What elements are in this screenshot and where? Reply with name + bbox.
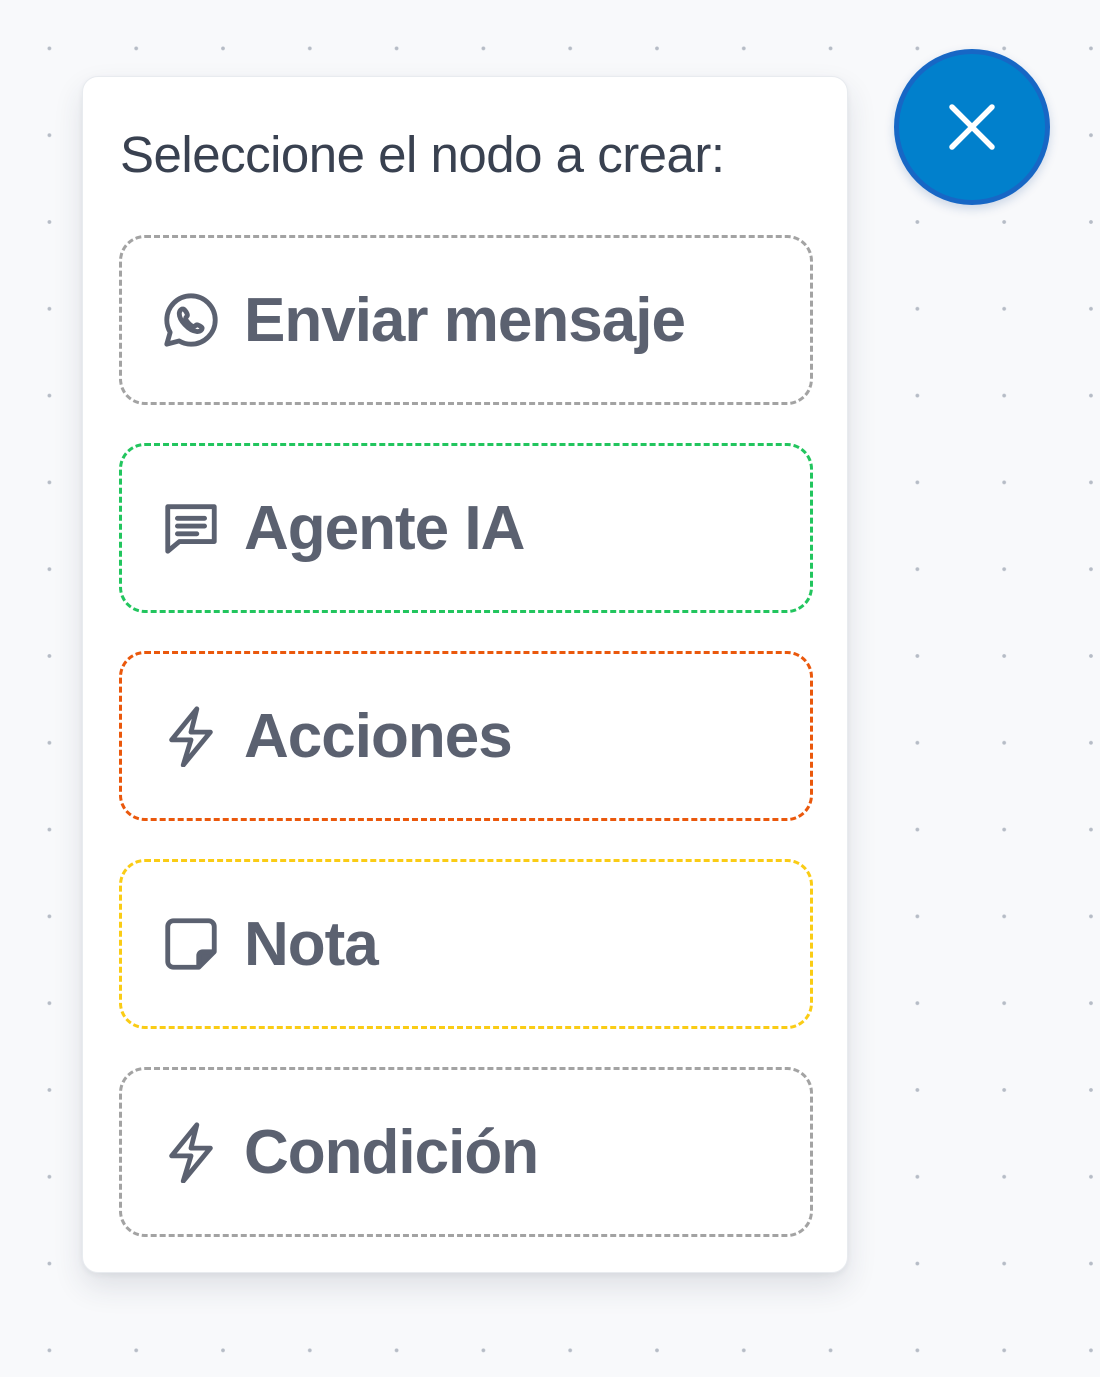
sticky-note-icon [160,913,222,975]
node-option-label: Enviar mensaje [244,285,686,355]
lightning-icon [160,1121,222,1183]
node-option-acciones[interactable]: Acciones [119,651,813,821]
node-option-nota[interactable]: Nota [119,859,813,1029]
message-icon [160,497,222,559]
node-option-label: Condición [244,1117,539,1187]
close-icon [942,97,1002,157]
lightning-icon [160,705,222,767]
node-selection-panel: Seleccione el nodo a crear: Enviar mensa… [82,76,848,1273]
node-option-condicion[interactable]: Condición [119,1067,813,1237]
panel-title: Seleccione el nodo a crear: [120,126,725,183]
node-option-label: Nota [244,909,379,979]
node-option-label: Agente IA [244,493,525,563]
close-button[interactable] [894,49,1050,205]
whatsapp-icon [160,289,222,351]
node-option-agente-ia[interactable]: Agente IA [119,443,813,613]
node-option-label: Acciones [244,701,513,771]
node-option-enviar-mensaje[interactable]: Enviar mensaje [119,235,813,405]
